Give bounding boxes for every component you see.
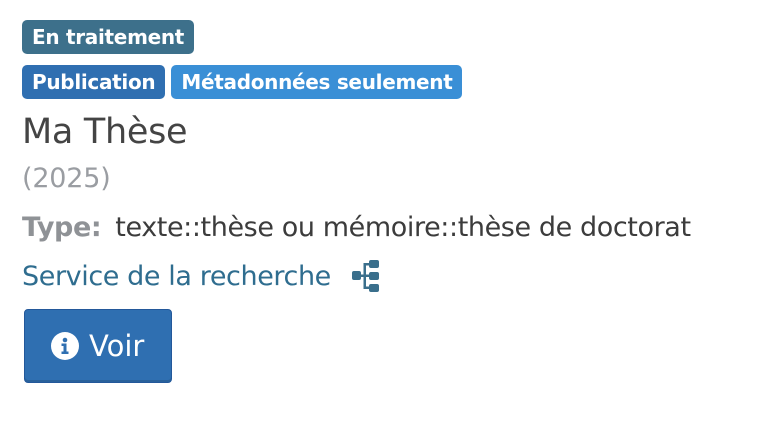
type-label: Type: bbox=[22, 212, 102, 243]
type-value: texte::thèse ou mémoire::thèse de doctor… bbox=[115, 212, 691, 243]
status-badge: En traitement bbox=[22, 20, 195, 54]
view-button-label: Voir bbox=[89, 329, 145, 363]
organization-line: Service de la recherche bbox=[22, 259, 762, 293]
publication-badge: Publication bbox=[22, 65, 166, 99]
record-title: Ma Thèse bbox=[22, 112, 188, 152]
type-badge-row: Publication Métadonnées seulement bbox=[22, 65, 762, 99]
view-button[interactable]: Voir bbox=[24, 309, 172, 383]
record-type: Type: texte::thèse ou mémoire::thèse de d… bbox=[22, 211, 762, 245]
metadata-only-badge: Métadonnées seulement bbox=[171, 65, 463, 99]
sitemap-icon[interactable] bbox=[351, 258, 381, 294]
status-badge-row: En traitement bbox=[22, 20, 762, 54]
organization-link[interactable]: Service de la recherche bbox=[22, 261, 331, 292]
search-result-card: En traitement Publication Métadonnées se… bbox=[22, 20, 762, 383]
info-circle-icon bbox=[51, 332, 79, 360]
record-year: (2025) bbox=[22, 163, 111, 194]
